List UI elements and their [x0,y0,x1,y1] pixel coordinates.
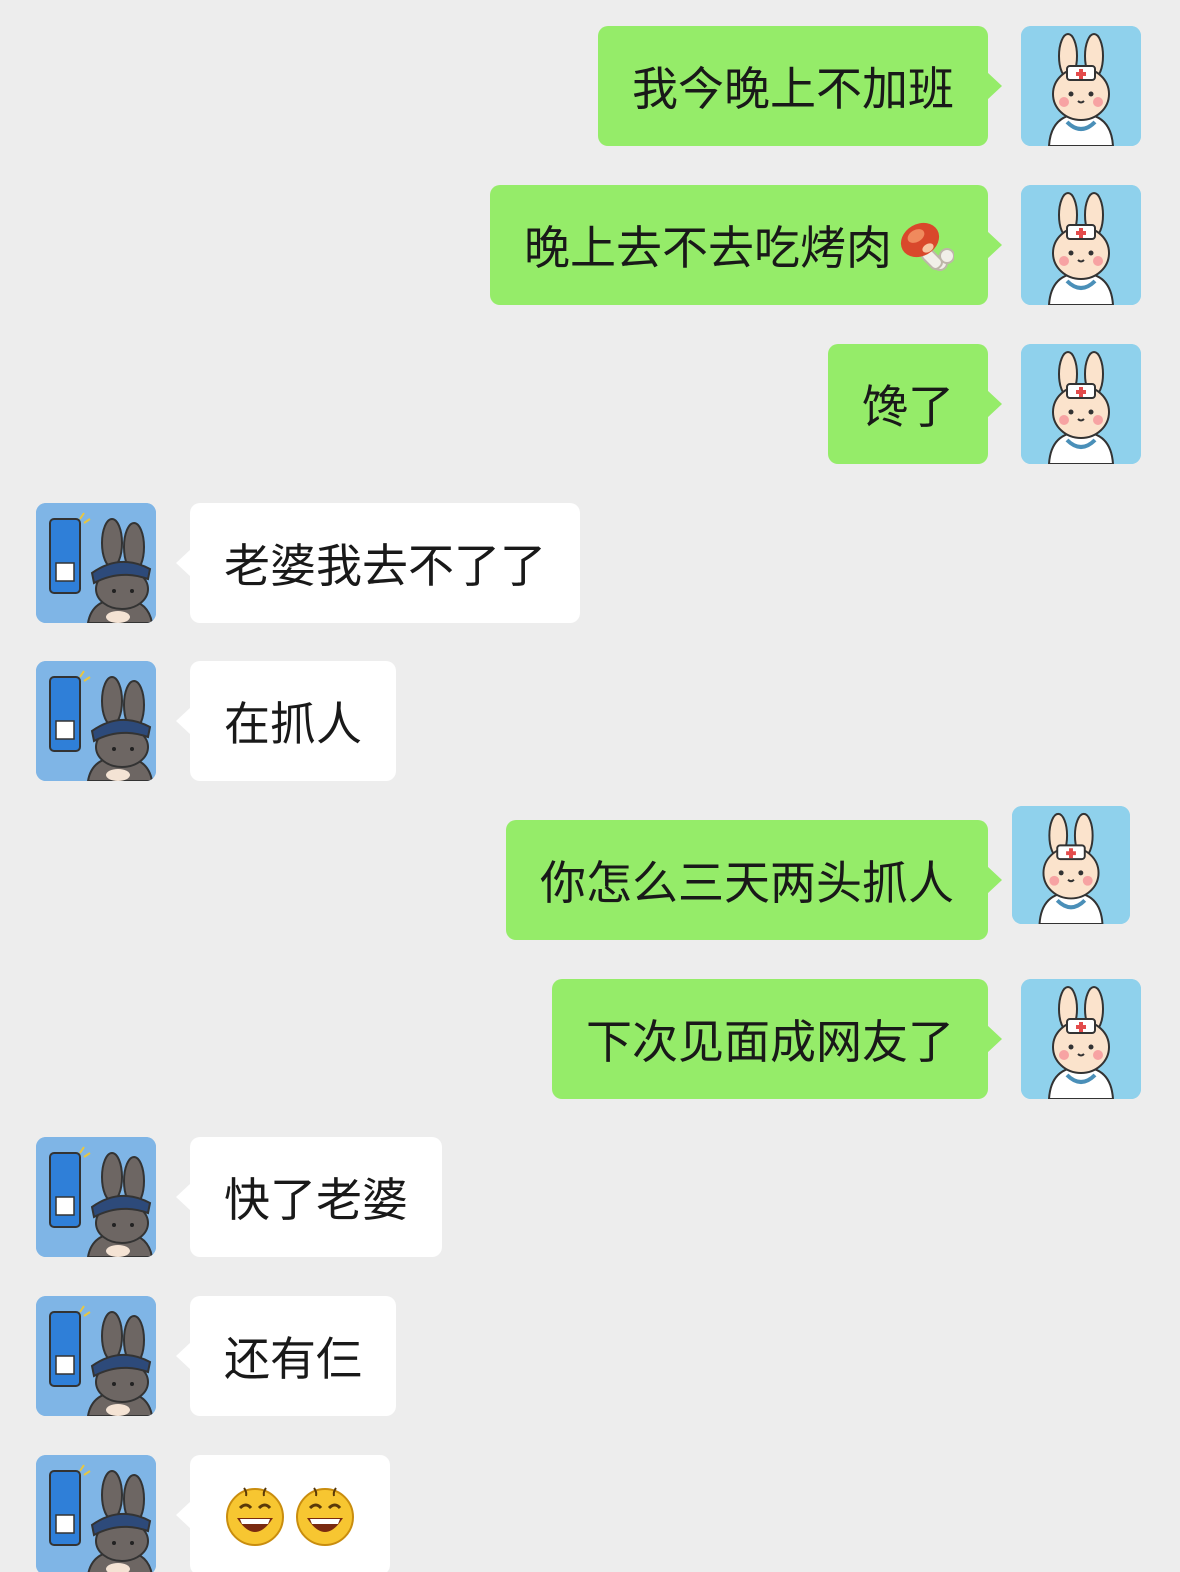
message-row-received: 在抓人 [0,661,1180,781]
nurse-bunny-icon [1021,979,1141,1099]
message-text: 还有仨 [224,1332,362,1386]
message-text: 快了老婆 [224,1173,408,1227]
message-row-received [0,1455,1180,1572]
message-row-sent: 晚上去不去吃烤肉 [0,185,1180,305]
message-text: 老婆我去不了了 [224,539,546,593]
police-bunny-avatar[interactable] [36,503,156,623]
police-bunny-icon [36,503,156,623]
police-bunny-avatar[interactable] [36,661,156,781]
nurse-bunny-avatar[interactable] [1021,26,1141,146]
message-bubble-sent[interactable]: 下次见面成网友了 [552,979,1002,1099]
nurse-bunny-icon [1021,344,1141,464]
emoji-group [224,1484,356,1546]
message-row-received: 快了老婆 [0,1137,1180,1257]
message-row-sent: 馋了 [0,344,1180,464]
message-text: 在抓人 [224,697,362,751]
police-bunny-icon [36,661,156,781]
police-bunny-icon [36,1296,156,1416]
message-row-received: 老婆我去不了了 [0,503,1180,623]
nurse-bunny-icon [1021,185,1141,305]
message-bubble-sent[interactable]: 晚上去不去吃烤肉 [490,185,1002,305]
message-row-sent: 你怎么三天两头抓人 [0,806,1180,940]
message-text: 馋了 [862,380,954,434]
nurse-bunny-avatar[interactable] [1012,806,1130,924]
message-bubble-sent[interactable]: 馋了 [828,344,1002,464]
message-text: 你怎么三天两头抓人 [540,856,954,910]
police-bunny-avatar[interactable] [36,1137,156,1257]
message-row-sent: 下次见面成网友了 [0,979,1180,1099]
police-bunny-icon [36,1455,156,1572]
message-bubble-received[interactable] [176,1455,390,1572]
meat-on-bone-emoji-icon [896,216,954,274]
grinning-face-emoji-icon [224,1484,286,1546]
police-bunny-avatar[interactable] [36,1296,156,1416]
police-bunny-avatar[interactable] [36,1455,156,1572]
police-bunny-icon [36,1137,156,1257]
nurse-bunny-avatar[interactable] [1021,979,1141,1099]
message-bubble-received[interactable]: 老婆我去不了了 [176,503,580,623]
message-text: 我今晚上不加班 [632,62,954,116]
message-text: 下次见面成网友了 [586,1015,954,1069]
message-bubble-received[interactable]: 快了老婆 [176,1137,442,1257]
message-bubble-received[interactable]: 在抓人 [176,661,396,781]
message-row-sent: 我今晚上不加班 [0,26,1180,146]
nurse-bunny-icon [1021,26,1141,146]
nurse-bunny-avatar[interactable] [1021,344,1141,464]
chat-message-list[interactable]: 我今晚上不加班 晚上去不去吃烤肉 馋了 老婆我去不了了 在抓人 你怎么三天两头抓… [0,0,1180,1572]
message-text: 晚上去不去吃烤肉 [524,221,892,275]
message-bubble-sent[interactable]: 我今晚上不加班 [598,26,1002,146]
grinning-face-emoji-icon [294,1484,356,1546]
message-bubble-received[interactable]: 还有仨 [176,1296,396,1416]
nurse-bunny-icon [1012,806,1130,924]
message-row-received: 还有仨 [0,1296,1180,1416]
nurse-bunny-avatar[interactable] [1021,185,1141,305]
message-bubble-sent[interactable]: 你怎么三天两头抓人 [506,820,1002,940]
